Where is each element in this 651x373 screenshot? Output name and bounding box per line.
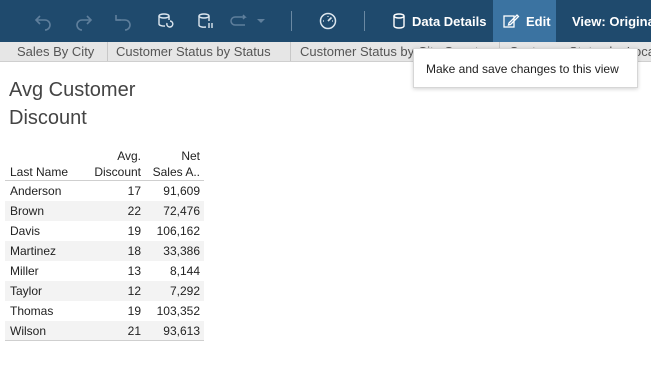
toolbar-separator xyxy=(364,11,365,31)
revert-icon[interactable] xyxy=(111,9,135,33)
cell-net-sales: 72,476 xyxy=(163,204,200,218)
cell-last-name: Taylor xyxy=(10,284,43,298)
cell-avg-discount: 18 xyxy=(127,244,141,258)
cell-avg-discount: 21 xyxy=(127,324,141,338)
table-row[interactable]: Martinez 18 33,386 xyxy=(5,241,204,261)
pause-updates-icon[interactable] xyxy=(193,9,217,33)
cell-last-name: Anderson xyxy=(10,184,62,198)
cell-last-name: Martinez xyxy=(10,244,57,258)
cell-avg-discount: 13 xyxy=(127,264,141,278)
table-row[interactable]: Taylor 12 7,292 xyxy=(5,281,204,301)
cell-net-sales: 106,162 xyxy=(156,224,200,238)
header-avg-discount-line1: Avg. xyxy=(117,149,141,163)
tab-customer-status-by-status[interactable]: Customer Status by Status xyxy=(107,42,291,61)
header-net-sales-line2: Sales A.. xyxy=(152,165,200,179)
table-row[interactable]: Brown 22 72,476 xyxy=(5,201,204,221)
cell-net-sales: 33,386 xyxy=(163,244,200,258)
toolbar: Data Details Edit View: Original xyxy=(0,0,651,42)
toolbar-separator xyxy=(291,11,292,31)
table-row[interactable]: Anderson 17 91,609 xyxy=(5,181,204,201)
cell-net-sales: 103,352 xyxy=(156,304,200,318)
view-title: Avg Customer Discount xyxy=(9,76,169,132)
cell-last-name: Brown xyxy=(10,204,45,218)
share-icon[interactable] xyxy=(228,9,252,33)
cell-last-name: Miller xyxy=(10,264,39,278)
edit-icon xyxy=(503,14,520,28)
header-net-sales[interactable]: Net Sales A.. xyxy=(153,148,200,180)
performance-icon[interactable] xyxy=(316,9,340,33)
edit-button[interactable]: Edit xyxy=(493,0,556,42)
redo-icon[interactable] xyxy=(72,9,96,33)
view-title-line2: Discount xyxy=(9,107,87,129)
cell-last-name: Davis xyxy=(10,224,41,238)
undo-icon[interactable] xyxy=(31,9,55,33)
chevron-down-icon[interactable] xyxy=(254,9,268,33)
data-details-label: Data Details xyxy=(412,13,487,29)
view-title-line1: Avg Customer xyxy=(9,79,136,101)
cell-last-name: Wilson xyxy=(10,324,47,338)
cell-avg-discount: 22 xyxy=(127,204,141,218)
table-row[interactable]: Thomas 19 103,352 xyxy=(5,301,204,321)
header-avg-discount[interactable]: Avg. Discount xyxy=(94,148,141,180)
header-net-sales-line1: Net xyxy=(181,149,200,163)
view-label: View: Original xyxy=(572,13,651,29)
cell-net-sales: 93,613 xyxy=(163,324,200,338)
tab-label: Customer Status by Status xyxy=(116,44,271,59)
data-details-button[interactable]: Data Details xyxy=(390,0,494,42)
table-header: Last Name Avg. Discount Net Sales A.. xyxy=(5,148,204,181)
header-last-name[interactable]: Last Name xyxy=(10,164,68,180)
cell-last-name: Thomas xyxy=(10,304,54,318)
tooltip-text: Make and save changes to this view xyxy=(426,62,619,76)
cell-avg-discount: 12 xyxy=(127,284,141,298)
data-table: Last Name Avg. Discount Net Sales A.. An… xyxy=(5,148,204,341)
view-button[interactable]: View: Original xyxy=(566,0,651,42)
cell-avg-discount: 19 xyxy=(127,304,141,318)
edit-label: Edit xyxy=(526,13,551,29)
edit-tooltip: Make and save changes to this view xyxy=(413,48,638,88)
cell-avg-discount: 19 xyxy=(127,224,141,238)
tab-sales-by-city[interactable]: Sales By City xyxy=(8,42,108,61)
cell-net-sales: 7,292 xyxy=(169,284,200,298)
database-icon xyxy=(393,13,405,29)
tableau-view: Data Details Edit View: Original Sales B… xyxy=(0,0,651,373)
cell-net-sales: 8,144 xyxy=(169,264,200,278)
table-row[interactable]: Miller 13 8,144 xyxy=(5,261,204,281)
cell-net-sales: 91,609 xyxy=(163,184,200,198)
table-row[interactable]: Davis 19 106,162 xyxy=(5,221,204,241)
header-avg-discount-line2: Discount xyxy=(94,165,141,179)
refresh-icon[interactable] xyxy=(153,9,177,33)
cell-avg-discount: 17 xyxy=(127,184,141,198)
tab-label: Sales By City xyxy=(17,44,95,59)
table-row[interactable]: Wilson 21 93,613 xyxy=(5,321,204,341)
